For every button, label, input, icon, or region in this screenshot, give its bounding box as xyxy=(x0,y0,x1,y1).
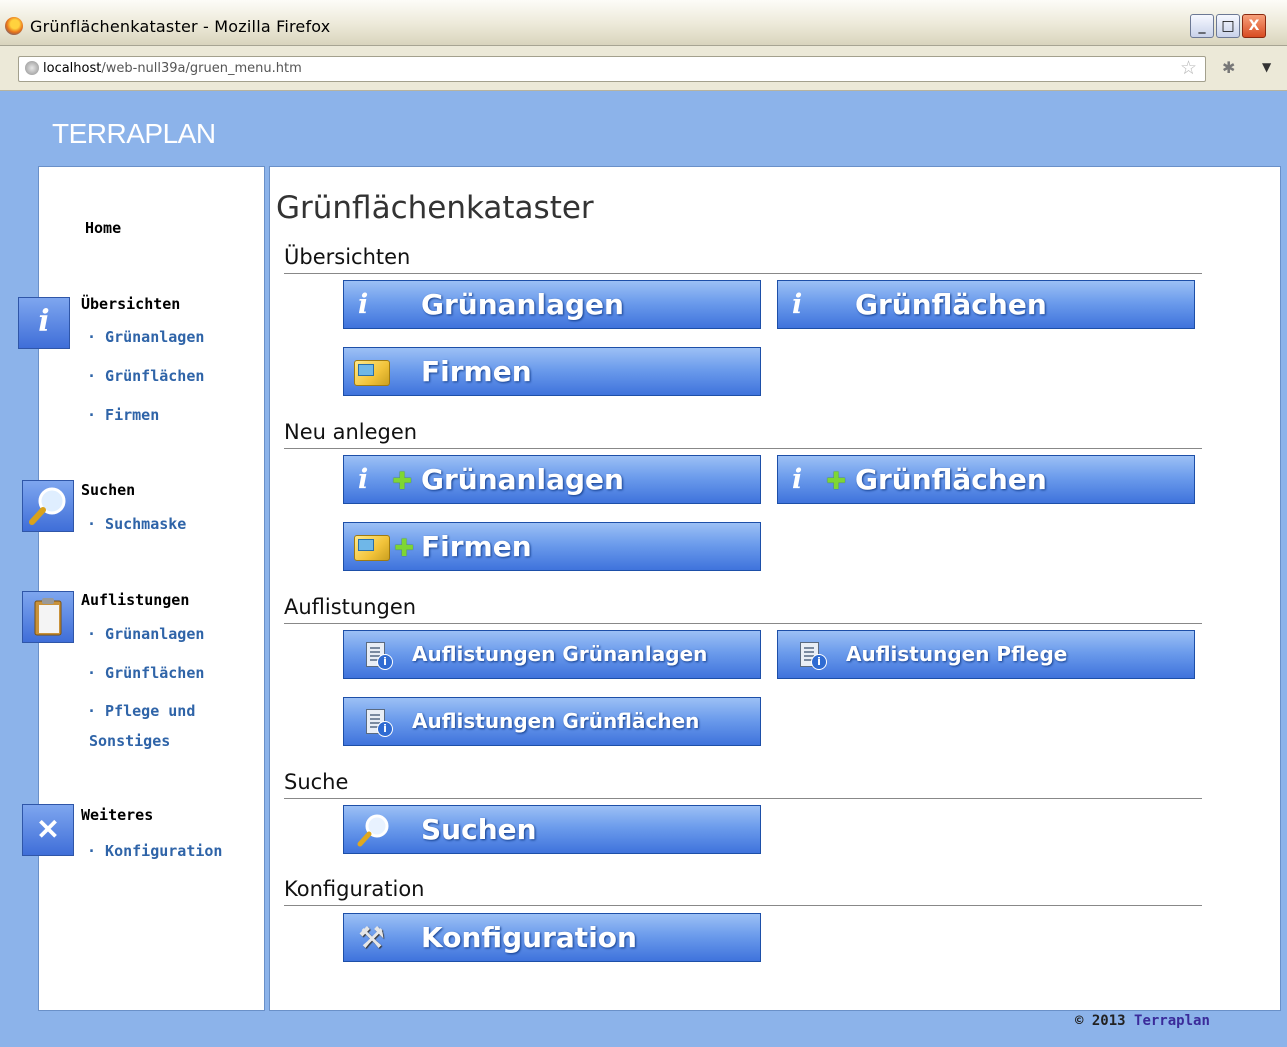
brand-logo: TERRAPLAN xyxy=(52,118,216,149)
section-uebersichten: Übersichten xyxy=(284,245,1202,274)
bookmark-star-icon[interactable]: ☆ xyxy=(1180,57,1197,79)
section-neu-anlegen: Neu anlegen xyxy=(284,420,1202,449)
sidebar-link-firmen[interactable]: · Firmen xyxy=(87,400,159,430)
magnifier-icon[interactable] xyxy=(22,480,74,532)
sidebar-link-sonstiges[interactable]: Sonstiges xyxy=(89,726,170,756)
folder-icon xyxy=(354,360,390,386)
button-firmen[interactable]: Firmen xyxy=(343,347,761,396)
sidebar-heading-auflistungen: Auflistungen xyxy=(81,591,190,609)
magnifier-icon xyxy=(357,814,389,847)
info-icon: i xyxy=(792,464,803,495)
plus-icon: ✚ xyxy=(392,467,413,495)
site-identity-icon[interactable] xyxy=(25,61,39,75)
sidebar-link-gruenflaechen[interactable]: · Grünflächen xyxy=(87,361,204,391)
plus-icon: ✚ xyxy=(826,467,847,495)
minimize-button[interactable]: _ xyxy=(1190,14,1214,38)
document-info-icon xyxy=(366,642,393,670)
button-suchen[interactable]: Suchen xyxy=(343,805,761,854)
page-background: TERRAPLAN Home i Übersichten · Grünanlag… xyxy=(0,91,1287,1047)
sidebar: Home i Übersichten · Grünanlagen · Grünf… xyxy=(18,166,265,1011)
sidebar-heading-suchen: Suchen xyxy=(81,481,136,499)
sidebar-link-suchmaske[interactable]: · Suchmaske xyxy=(87,509,186,539)
section-suche: Suche xyxy=(284,770,1202,799)
sidebar-heading-uebersichten: Übersichten xyxy=(81,295,181,313)
sidebar-link-pflege[interactable]: · Pflege und xyxy=(87,696,195,726)
dropdown-arrow-icon[interactable]: ▼ xyxy=(1262,60,1271,74)
document-info-icon xyxy=(800,642,827,670)
terraplan-link[interactable]: Terraplan xyxy=(1134,1013,1210,1029)
copyright: © 2013 Terraplan xyxy=(1075,1013,1210,1029)
info-icon: i xyxy=(358,289,369,320)
close-button[interactable]: X xyxy=(1242,14,1266,38)
button-neu-firmen[interactable]: ✚ Firmen xyxy=(343,522,761,571)
sidebar-link-konfiguration[interactable]: · Konfiguration xyxy=(87,836,222,866)
sidebar-link-gruenanlagen[interactable]: · Grünanlagen xyxy=(87,322,204,352)
button-konfiguration[interactable]: ⚒ Konfiguration xyxy=(343,913,761,962)
info-icon[interactable]: i xyxy=(18,297,70,349)
button-auflistungen-pflege[interactable]: Auflistungen Pflege xyxy=(777,630,1195,679)
clipboard-icon[interactable] xyxy=(22,591,74,643)
addon-icon[interactable]: ✱ xyxy=(1222,58,1235,77)
section-auflistungen: Auflistungen xyxy=(284,595,1202,624)
page-title: Grünflächenkataster xyxy=(276,190,594,226)
section-konfiguration: Konfiguration xyxy=(284,877,1202,906)
sidebar-link-auflistungen-gruenflaechen[interactable]: · Grünflächen xyxy=(87,658,204,688)
main-content: Grünflächenkataster Übersichten i Grünan… xyxy=(269,166,1281,1011)
folder-icon xyxy=(354,535,390,561)
sidebar-heading-weiteres: Weiteres xyxy=(81,806,154,824)
button-auflistungen-gruenanlagen[interactable]: Auflistungen Grünanlagen xyxy=(343,630,761,679)
button-neu-gruenanlagen[interactable]: i ✚ Grünanlagen xyxy=(343,455,761,504)
plus-icon: ✚ xyxy=(394,534,415,562)
sidebar-home-link[interactable]: Home xyxy=(85,219,121,237)
window-titlebar: Grünflächenkataster - Mozilla Firefox _ … xyxy=(0,0,1287,46)
button-neu-gruenflaechen[interactable]: i ✚ Grünflächen xyxy=(777,455,1195,504)
info-icon: i xyxy=(792,289,803,320)
button-gruenanlagen[interactable]: i Grünanlagen xyxy=(343,280,761,329)
tools-icon[interactable]: ✕ xyxy=(22,804,74,856)
firefox-icon xyxy=(5,17,23,35)
sidebar-link-auflistungen-gruenanlagen[interactable]: · Grünanlagen xyxy=(87,619,204,649)
button-auflistungen-gruenflaechen[interactable]: Auflistungen Grünflächen xyxy=(343,697,761,746)
address-url[interactable]: localhost/web-null39a/gruen_menu.htm xyxy=(43,61,302,76)
document-info-icon xyxy=(366,709,393,737)
address-bar[interactable]: localhost/web-null39a/gruen_menu.htm ☆ xyxy=(18,56,1206,82)
navigation-bar: localhost/web-null39a/gruen_menu.htm ☆ ✱… xyxy=(0,46,1287,91)
button-gruenflaechen[interactable]: i Grünflächen xyxy=(777,280,1195,329)
window-title: Grünflächenkataster - Mozilla Firefox xyxy=(30,17,331,36)
info-icon: i xyxy=(358,464,369,495)
maximize-button[interactable]: □ xyxy=(1216,14,1240,38)
tools-icon: ⚒ xyxy=(358,921,385,956)
